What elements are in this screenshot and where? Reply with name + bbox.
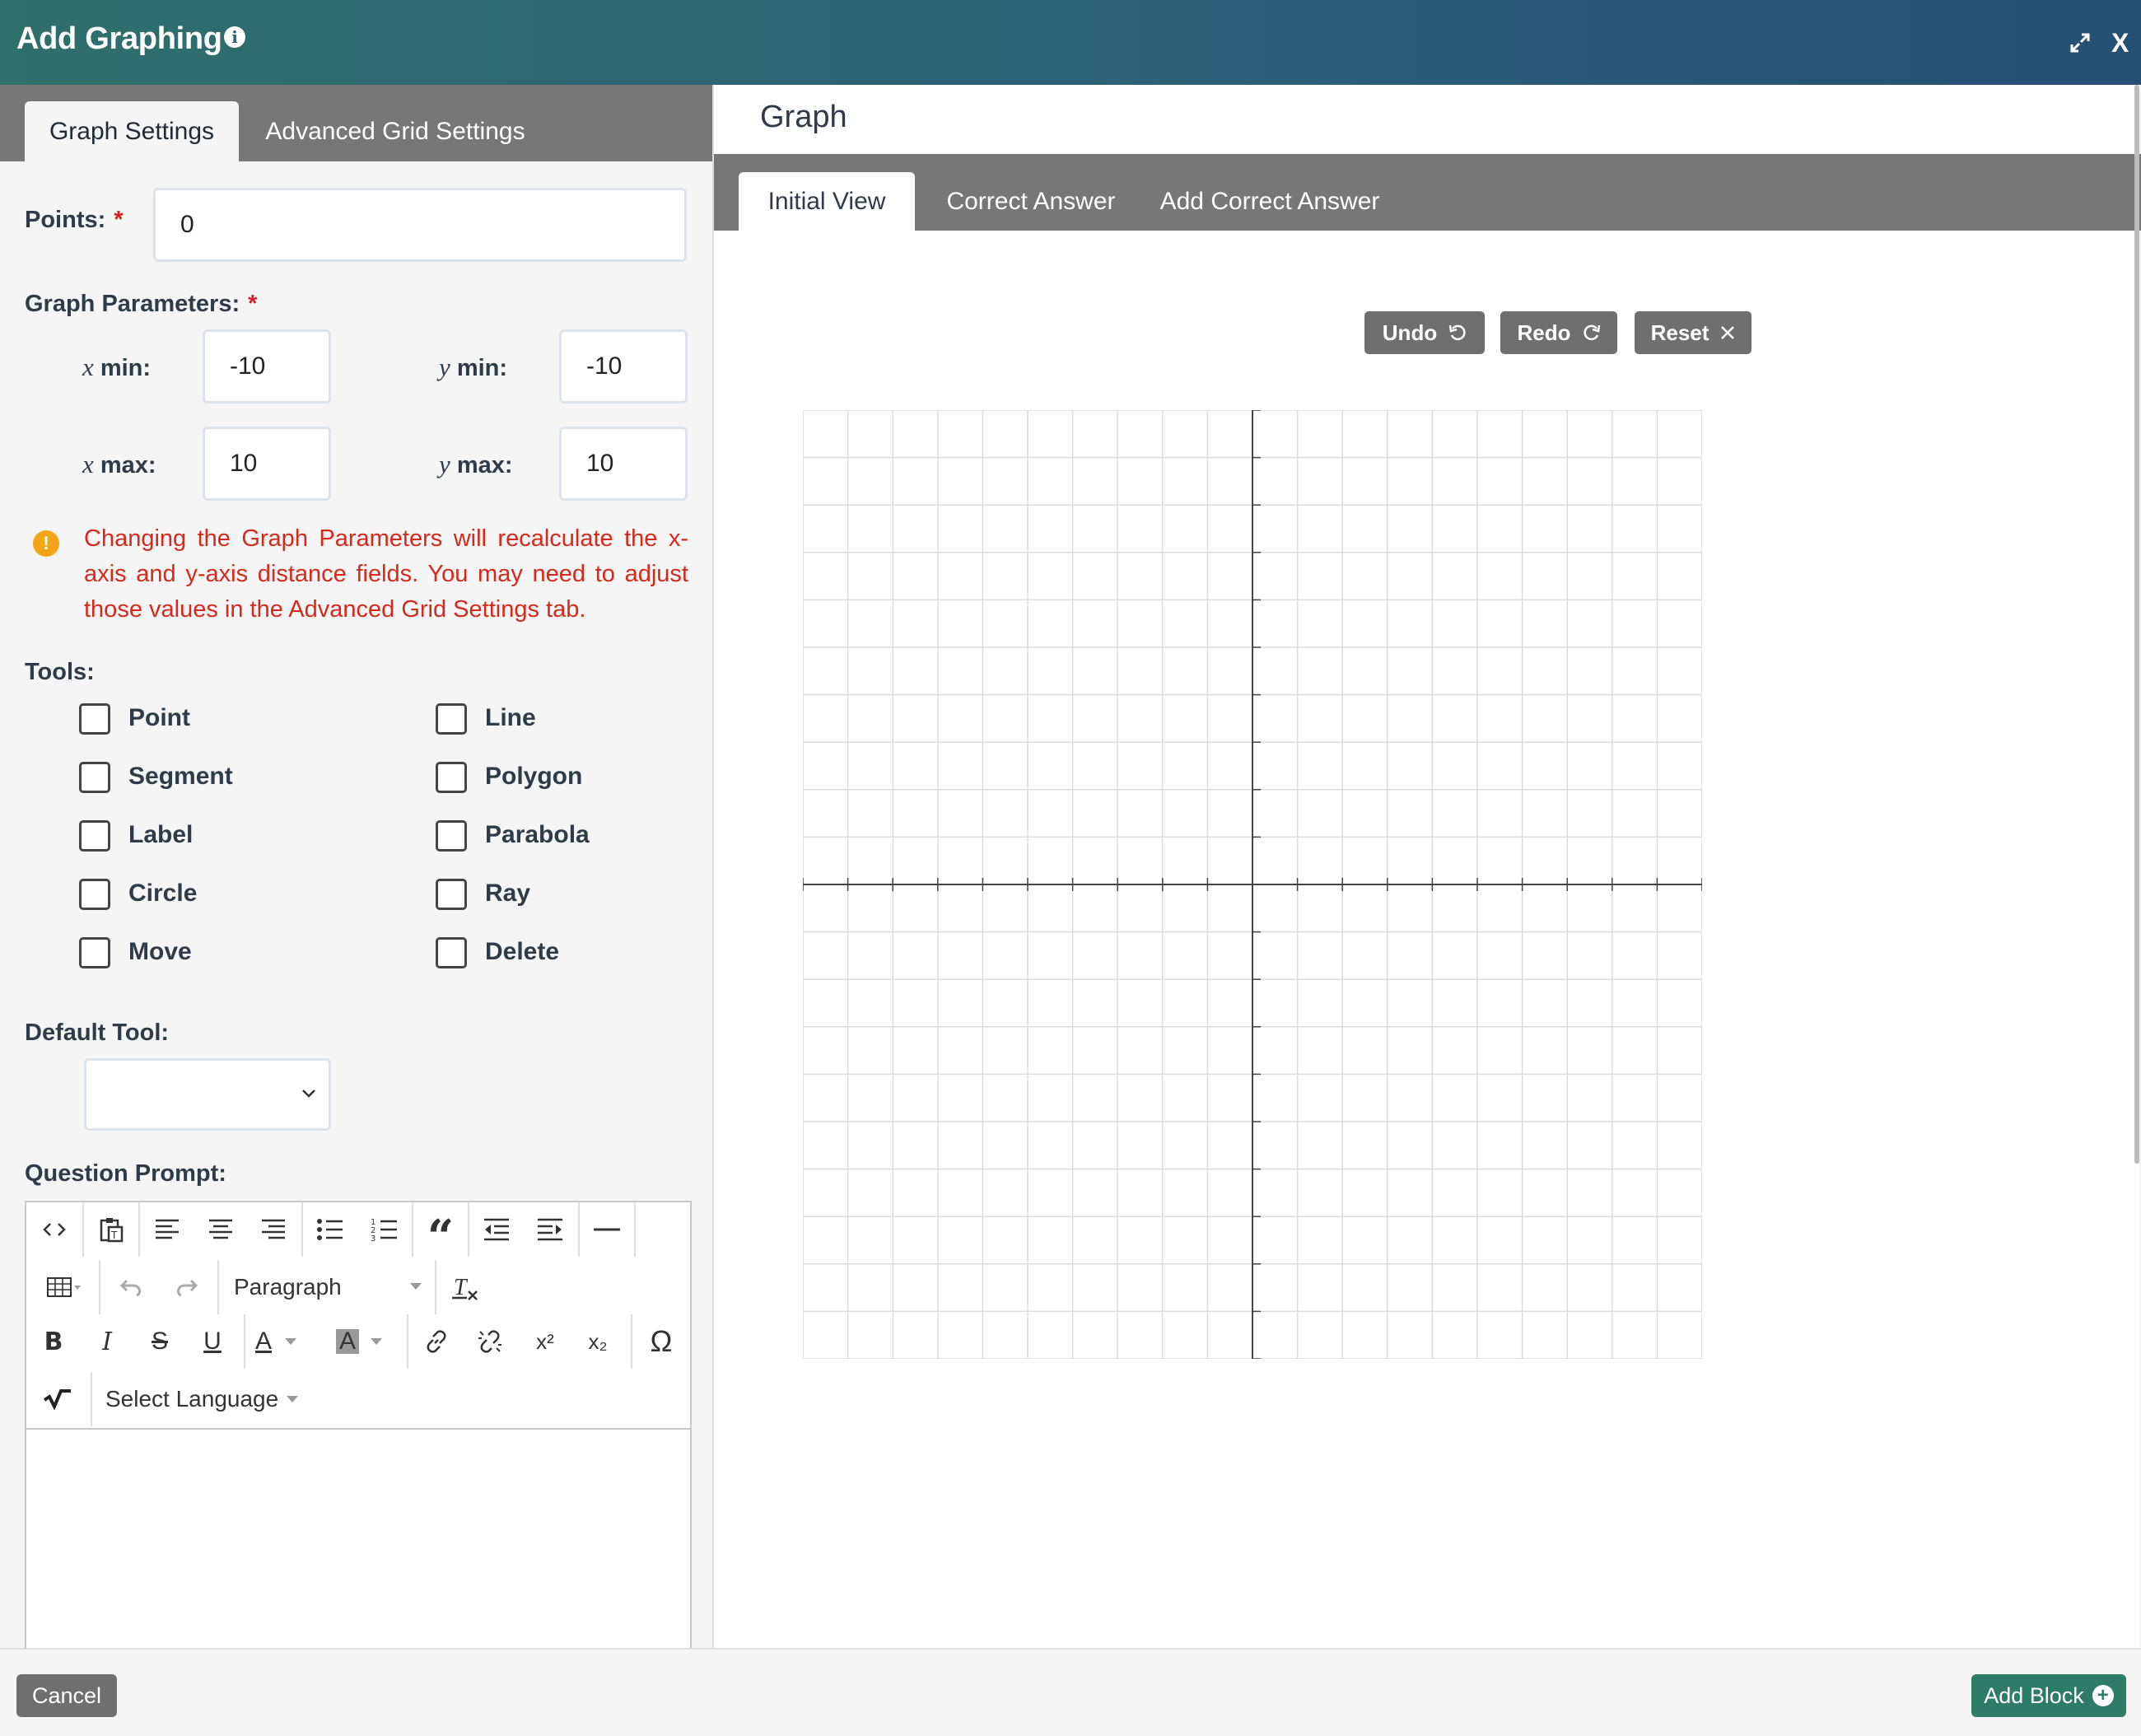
strikethrough-icon[interactable]: S bbox=[133, 1314, 186, 1369]
bold-icon[interactable]: B bbox=[26, 1314, 81, 1369]
dialog-footer: Cancel Add Block + bbox=[0, 1648, 2141, 1736]
checkbox[interactable] bbox=[436, 703, 467, 735]
tools-label: Tools: bbox=[25, 659, 95, 685]
warning-icon: ! bbox=[33, 530, 59, 557]
question-prompt-label: Question Prompt: bbox=[25, 1160, 226, 1187]
settings-tabs: Graph Settings Advanced Grid Settings bbox=[0, 85, 712, 161]
editor-content-area[interactable] bbox=[26, 1431, 690, 1648]
y-max-label: y max: bbox=[439, 450, 513, 478]
x-max-label: x max: bbox=[82, 450, 156, 478]
graph-parameters-label: Graph Parameters: * bbox=[25, 291, 258, 317]
subscript-icon[interactable]: x₂ bbox=[571, 1314, 624, 1369]
italic-icon[interactable]: I bbox=[81, 1314, 133, 1369]
window-title: Add Graphing bbox=[16, 21, 222, 56]
warning-message: Changing the Graph Parameters will recal… bbox=[84, 525, 688, 623]
tab-add-correct-answer[interactable]: Add Correct Answer bbox=[1150, 172, 1389, 231]
scrollbar[interactable] bbox=[2134, 85, 2139, 1164]
coordinate-grid[interactable] bbox=[803, 410, 1702, 1359]
svg-text:T: T bbox=[110, 1230, 118, 1241]
reset-button[interactable]: Reset bbox=[1635, 311, 1752, 354]
redo-icon[interactable] bbox=[160, 1260, 212, 1314]
blockquote-icon[interactable]: “ bbox=[413, 1202, 468, 1260]
align-center-icon[interactable] bbox=[194, 1202, 247, 1257]
info-icon[interactable]: i bbox=[224, 26, 245, 48]
align-left-icon[interactable] bbox=[140, 1202, 194, 1257]
undo-icon[interactable] bbox=[105, 1260, 158, 1314]
undo-button[interactable]: Undo bbox=[1364, 311, 1485, 354]
cancel-button[interactable]: Cancel bbox=[16, 1674, 117, 1717]
y-min-input[interactable]: -10 bbox=[559, 329, 688, 404]
checkbox[interactable] bbox=[79, 879, 110, 910]
superscript-icon[interactable]: x² bbox=[519, 1314, 571, 1369]
expand-icon[interactable] bbox=[2069, 31, 2092, 54]
points-input[interactable]: 0 bbox=[153, 188, 687, 262]
default-tool-label: Default Tool: bbox=[25, 1020, 170, 1046]
graph-panel: Graph Initial View Correct Answer Add Co… bbox=[712, 85, 2141, 1648]
align-right-icon[interactable] bbox=[247, 1202, 300, 1257]
paste-icon[interactable]: T bbox=[84, 1202, 138, 1257]
add-block-button[interactable]: Add Block + bbox=[1971, 1674, 2126, 1717]
checkbox[interactable] bbox=[436, 762, 467, 793]
checkbox[interactable] bbox=[436, 937, 467, 968]
editor-toolbar: T 123 “ Paragraph T B I S U A A x² x₂ Ω … bbox=[26, 1202, 690, 1430]
background-color-icon[interactable]: A bbox=[326, 1314, 402, 1369]
graph-tabs: Initial View Correct Answer Add Correct … bbox=[714, 154, 2141, 231]
table-icon[interactable] bbox=[33, 1260, 96, 1314]
chevron-down-icon bbox=[302, 1090, 315, 1098]
math-equation-icon[interactable] bbox=[26, 1372, 89, 1426]
redo-icon bbox=[1583, 324, 1600, 341]
undo-icon bbox=[1448, 324, 1466, 341]
redo-button[interactable]: Redo bbox=[1500, 311, 1617, 354]
paragraph-format-select[interactable]: Paragraph bbox=[221, 1260, 433, 1314]
y-max-input[interactable]: 10 bbox=[559, 427, 688, 501]
tab-correct-answer[interactable]: Correct Answer bbox=[935, 172, 1127, 231]
close-icon bbox=[1721, 326, 1735, 339]
checkbox[interactable] bbox=[79, 703, 110, 735]
special-character-icon[interactable]: Ω bbox=[632, 1314, 690, 1369]
indent-icon[interactable] bbox=[524, 1202, 576, 1257]
checkbox[interactable] bbox=[436, 820, 467, 852]
select-language-dropdown[interactable]: Select Language bbox=[94, 1372, 308, 1426]
bullet-list-icon[interactable] bbox=[303, 1202, 357, 1257]
plus-circle-icon: + bbox=[2092, 1685, 2114, 1706]
settings-panel: Graph Settings Advanced Grid Settings Po… bbox=[0, 85, 712, 1648]
tab-initial-view[interactable]: Initial View bbox=[739, 172, 915, 231]
x-min-input[interactable]: -10 bbox=[203, 329, 331, 404]
window-title-bar: Add Graphing i X bbox=[0, 0, 2141, 85]
rich-text-editor: T 123 “ Paragraph T B I S U A A x² x₂ Ω … bbox=[25, 1201, 692, 1648]
checkbox[interactable] bbox=[79, 820, 110, 852]
unlink-icon[interactable] bbox=[463, 1314, 517, 1369]
clear-formatting-icon[interactable]: T bbox=[438, 1260, 492, 1314]
link-icon[interactable] bbox=[410, 1314, 463, 1369]
numbered-list-icon[interactable]: 123 bbox=[357, 1202, 412, 1257]
caret-down-icon bbox=[410, 1283, 422, 1290]
svg-text:T: T bbox=[454, 1275, 469, 1300]
source-code-icon[interactable] bbox=[26, 1202, 82, 1257]
tab-graph-settings[interactable]: Graph Settings bbox=[25, 101, 239, 161]
outdent-icon[interactable] bbox=[469, 1202, 524, 1257]
underline-icon[interactable]: U bbox=[186, 1314, 239, 1369]
default-tool-select[interactable] bbox=[84, 1058, 331, 1131]
y-min-label: y min: bbox=[439, 352, 508, 381]
font-color-icon[interactable]: A bbox=[247, 1314, 321, 1369]
points-label: Points: * bbox=[25, 207, 124, 233]
svg-text:3: 3 bbox=[371, 1234, 375, 1243]
x-min-label: x min: bbox=[82, 352, 152, 381]
x-max-input[interactable]: 10 bbox=[203, 427, 331, 501]
horizontal-rule-icon[interactable] bbox=[580, 1202, 634, 1257]
tab-advanced-grid-settings[interactable]: Advanced Grid Settings bbox=[247, 101, 543, 161]
close-button[interactable]: X bbox=[2111, 28, 2129, 58]
checkbox[interactable] bbox=[436, 879, 467, 910]
graph-heading: Graph bbox=[760, 100, 847, 134]
checkbox[interactable] bbox=[79, 762, 110, 793]
checkbox[interactable] bbox=[79, 937, 110, 968]
